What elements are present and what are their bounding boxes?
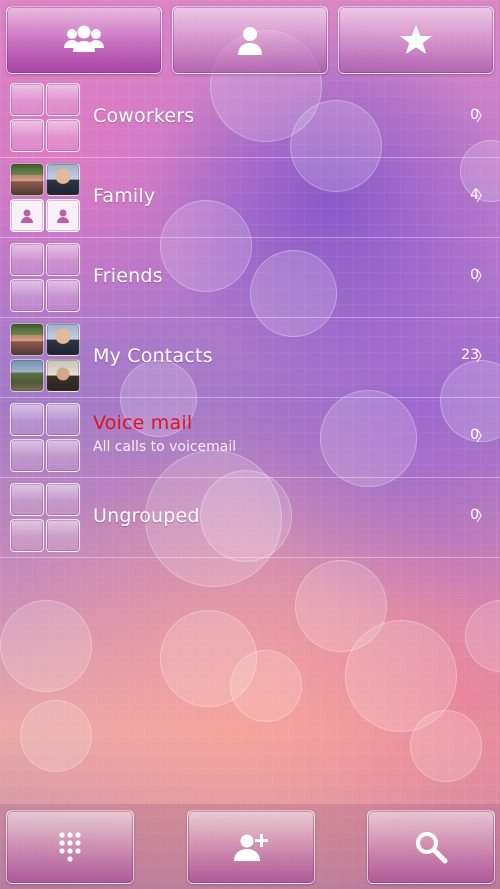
dialpad-icon <box>59 832 81 862</box>
star-icon <box>400 25 432 54</box>
top-tab-bar <box>0 0 500 78</box>
group-thumbnails <box>10 163 80 233</box>
chevron-right-icon: 〉 <box>476 349 490 365</box>
placeholder-avatar <box>10 199 44 232</box>
empty-tile <box>46 403 80 436</box>
group-name: Ungrouped <box>93 505 200 527</box>
group-thumbnails <box>10 243 80 313</box>
tab-groups[interactable] <box>6 6 162 74</box>
list-item-family[interactable]: Family 4 〉 <box>0 158 500 238</box>
tab-favorites[interactable] <box>338 6 494 74</box>
add-person-icon <box>234 834 268 861</box>
contact-photo <box>10 359 44 392</box>
empty-tile <box>10 243 44 276</box>
group-thumbnails <box>10 83 80 153</box>
list-item-voice-mail[interactable]: Voice mail All calls to voicemail 0 〉 <box>0 398 500 478</box>
contact-photo <box>10 323 44 356</box>
group-name: Voice mail <box>93 412 193 434</box>
empty-tile <box>46 483 80 516</box>
contact-photo <box>46 359 80 392</box>
empty-tile <box>10 83 44 116</box>
list-item-my-contacts[interactable]: My Contacts 23 〉 <box>0 318 500 398</box>
empty-tile <box>46 519 80 552</box>
empty-tile <box>46 119 80 152</box>
search-button[interactable] <box>367 810 495 884</box>
list-item-ungrouped[interactable]: Ungrouped 0 〉 <box>0 478 500 558</box>
group-thumbnails <box>10 403 80 473</box>
empty-tile <box>10 279 44 312</box>
chevron-right-icon: 〉 <box>476 429 490 445</box>
placeholder-avatar <box>46 199 80 232</box>
chevron-right-icon: 〉 <box>476 189 490 205</box>
empty-tile <box>46 439 80 472</box>
contact-photo <box>46 323 80 356</box>
search-icon <box>416 832 448 864</box>
dialpad-button[interactable] <box>6 810 134 884</box>
group-thumbnails <box>10 483 80 553</box>
chevron-right-icon: 〉 <box>476 109 490 125</box>
group-name: My Contacts <box>93 345 213 367</box>
group-icon <box>64 25 104 52</box>
chevron-right-icon: 〉 <box>476 509 490 525</box>
bottom-action-bar <box>0 804 500 889</box>
empty-tile <box>10 119 44 152</box>
empty-tile <box>46 243 80 276</box>
contact-photo <box>46 163 80 196</box>
chevron-right-icon: 〉 <box>476 269 490 285</box>
empty-tile <box>46 83 80 116</box>
contact-photo <box>10 163 44 196</box>
tab-contacts[interactable] <box>172 6 328 74</box>
empty-tile <box>10 519 44 552</box>
group-name: Coworkers <box>93 105 195 127</box>
add-contact-button[interactable] <box>187 810 315 884</box>
empty-tile <box>10 403 44 436</box>
person-icon <box>21 209 33 223</box>
group-thumbnails <box>10 323 80 393</box>
empty-tile <box>10 439 44 472</box>
group-subtitle: All calls to voicemail <box>93 439 237 455</box>
group-name: Family <box>93 185 156 207</box>
person-icon <box>57 209 69 223</box>
empty-tile <box>10 483 44 516</box>
empty-tile <box>46 279 80 312</box>
person-icon <box>238 27 262 55</box>
list-item-coworkers[interactable]: Coworkers 0 〉 <box>0 78 500 158</box>
list-item-friends[interactable]: Friends 0 〉 <box>0 238 500 318</box>
group-list: Coworkers 0 〉 Family 4 〉 Friends 0 〉 My … <box>0 78 500 558</box>
group-name: Friends <box>93 265 163 287</box>
